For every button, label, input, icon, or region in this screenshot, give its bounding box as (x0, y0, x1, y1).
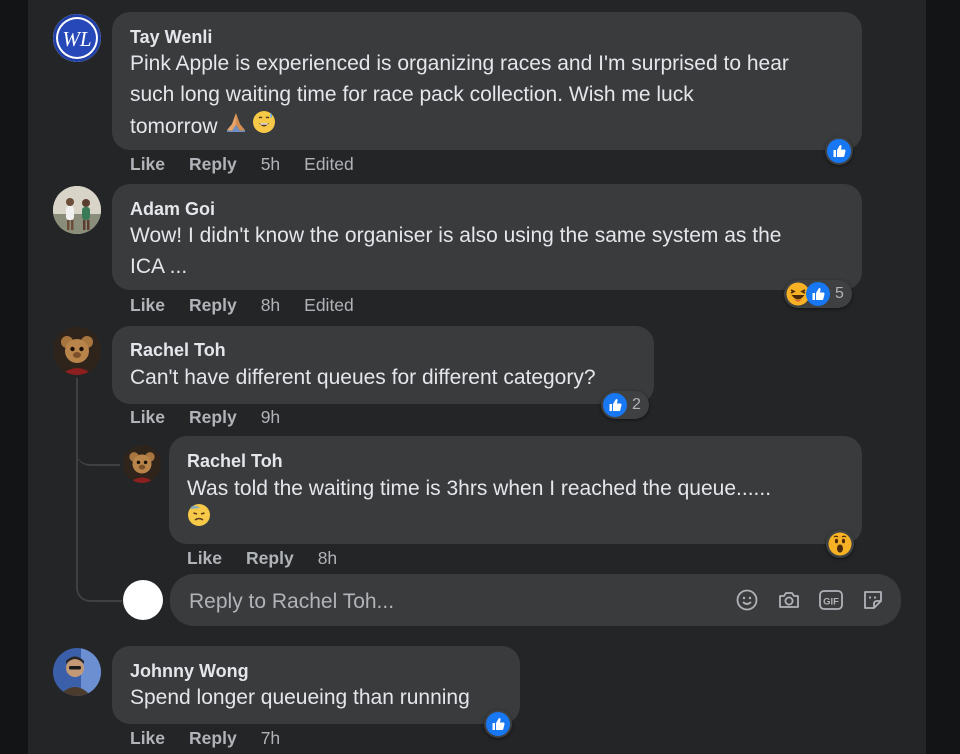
comment-text-line: Was told the waiting time is 3hrs when I… (187, 477, 772, 500)
comment-author[interactable]: Rachel Toh (130, 340, 226, 361)
gif-icon[interactable]: GIF (818, 588, 844, 614)
comment-author[interactable]: Adam Goi (130, 199, 215, 220)
timestamp[interactable]: 8h (318, 548, 337, 569)
wow-reaction-icon (828, 532, 852, 556)
like-reaction-icon (486, 712, 510, 736)
like-reaction-icon (827, 139, 851, 163)
like-link[interactable]: Like (130, 295, 165, 316)
avatar-johnny-wong[interactable] (53, 648, 101, 696)
comment-author[interactable]: Tay Wenli (130, 27, 212, 48)
sticker-icon[interactable] (861, 588, 887, 614)
timestamp[interactable]: 7h (261, 728, 280, 749)
comment-text-line: Spend longer queueing than running (130, 686, 470, 709)
like-reaction-icon (806, 282, 830, 306)
reactions-badge[interactable] (484, 710, 512, 738)
right-edge (926, 0, 960, 754)
reactions-badge[interactable] (826, 530, 854, 558)
reply-link[interactable]: Reply (189, 728, 237, 749)
thread-line (76, 378, 78, 578)
comment-text-line: tomorrow (130, 115, 218, 138)
timestamp[interactable]: 9h (261, 407, 280, 428)
comment-text-line: Pink Apple is experienced is organizing … (130, 52, 789, 75)
gif-label: GIF (823, 597, 839, 608)
camera-icon[interactable] (777, 588, 803, 614)
thread-connector (76, 560, 122, 602)
comment-text-line: such long waiting time for race pack col… (130, 83, 694, 106)
reactions-badge[interactable]: 2 (601, 391, 649, 419)
like-link[interactable]: Like (130, 407, 165, 428)
timestamp[interactable]: 5h (261, 154, 280, 175)
avatar-rachel-toh[interactable] (123, 445, 161, 483)
folded-hands-emoji-icon (224, 110, 248, 143)
like-link[interactable]: Like (130, 728, 165, 749)
like-reaction-icon (603, 393, 627, 417)
comment-text-line: Can't have different queues for differen… (130, 366, 596, 389)
reply-link[interactable]: Reply (246, 548, 294, 569)
avatar-rachel-toh[interactable] (53, 327, 101, 375)
edited-label[interactable]: Edited (304, 295, 354, 316)
comment-author[interactable]: Rachel Toh (187, 451, 283, 472)
comment-author[interactable]: Johnny Wong (130, 661, 249, 682)
like-link[interactable]: Like (130, 154, 165, 175)
reply-link[interactable]: Reply (189, 295, 237, 316)
emoji-icon[interactable] (735, 588, 761, 614)
thread-connector (76, 420, 120, 466)
comment-text-line: Wow! I didn't know the organiser is also… (130, 224, 782, 247)
reply-link[interactable]: Reply (189, 154, 237, 175)
avatar-adam-goi[interactable] (53, 186, 101, 234)
reactions-badge[interactable]: 5 (784, 280, 852, 308)
reply-input[interactable] (187, 586, 711, 618)
comment-text-line: ICA ... (130, 255, 188, 278)
avatar-current-user (123, 580, 163, 620)
left-edge (0, 0, 28, 754)
downcast-sweat-emoji-icon (187, 503, 211, 536)
avatar-tay-wenli[interactable]: WL (53, 14, 101, 62)
avatar-initials: WL (62, 27, 91, 51)
grinning-sweat-emoji-icon (252, 110, 276, 143)
timestamp[interactable]: 8h (261, 295, 280, 316)
like-link[interactable]: Like (187, 548, 222, 569)
reply-link[interactable]: Reply (189, 407, 237, 428)
reaction-count: 5 (835, 285, 844, 302)
reaction-count: 2 (632, 396, 641, 413)
edited-label[interactable]: Edited (304, 154, 354, 175)
reactions-badge[interactable] (825, 137, 853, 165)
